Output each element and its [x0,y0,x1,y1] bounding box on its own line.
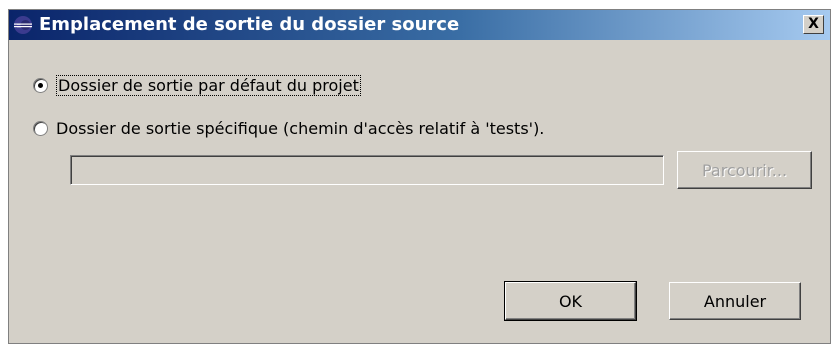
dialog-title: Emplacement de sortie du dossier source [39,14,460,35]
output-path-input[interactable] [70,155,664,185]
ok-button[interactable]: OK [504,281,637,321]
title-bar[interactable]: Emplacement de sortie du dossier source … [9,10,830,40]
specific-output-option[interactable]: Dossier de sortie spécifique (chemin d'a… [33,116,544,140]
eclipse-icon [14,16,32,34]
default-output-option[interactable]: Dossier de sortie par défaut du projet [33,73,361,97]
ok-button-label: OK [558,291,583,311]
cancel-button[interactable]: Annuler [669,282,801,320]
default-output-radio[interactable] [33,77,48,93]
specific-output-radio[interactable] [33,120,48,136]
cancel-button-label: Annuler [703,291,767,311]
close-button[interactable]: X [803,15,824,34]
default-output-label: Dossier de sortie par défaut du projet [56,74,361,96]
specific-output-label: Dossier de sortie spécifique (chemin d'a… [56,118,545,138]
browse-button-label: Parcourir... [701,160,788,180]
close-icon: X [808,16,819,32]
output-location-dialog: Emplacement de sortie du dossier source … [8,9,831,344]
browse-button[interactable]: Parcourir... [677,151,812,189]
